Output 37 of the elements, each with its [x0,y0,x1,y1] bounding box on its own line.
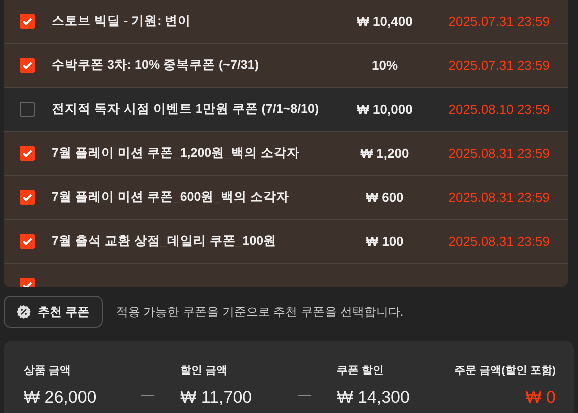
coupon-name: 7월 출석 교환 상점_데일리 쿠폰_100원 [52,233,278,250]
summary-label: 주문 금액(할인 포함) [454,364,556,378]
discount-amount: ₩ 10,400 [356,14,414,29]
discount-amount: ₩ 1,200 [360,146,410,161]
checkbox[interactable] [20,190,35,205]
expiry-date: 2025.08.10 23:59 [448,102,551,117]
recommend-description: 적용 가능한 쿠폰을 기준으로 추천 쿠폰을 선택합니다. [116,304,404,320]
coupon-name: 수박쿠폰 3차: 10% 중복쿠폰 (~7/31) [52,57,260,74]
recommend-coupon-button[interactable]: 추천 쿠폰 [4,296,104,328]
checkbox[interactable] [20,234,35,249]
total-amount: ₩ 0 [526,388,556,408]
discount-amount: 10% [370,58,400,73]
checkbox[interactable] [20,146,35,161]
minus-sign: — [141,387,156,402]
checkbox[interactable] [20,102,35,117]
checkbox[interactable] [20,58,35,73]
checkbox[interactable] [20,14,35,29]
summary-amount: ₩ 26,000 [24,388,98,408]
summary-amount: ₩ 11,700 [180,388,254,408]
expiry-date: 2025.08.31 23:59 [448,234,551,249]
summary-label: 상품 금액 [24,364,72,378]
summary-label: 할인 금액 [180,364,229,378]
coupon-name: 스토브 빅딜 - 기원: 변이 [52,13,192,30]
expiry-date: 2025.07.31 23:59 [448,58,551,73]
expiry-date: 2025.08.31 23:59 [448,190,551,205]
coupon-name: 7월 플레이 미션 쿠폰_600원_백의 소각자 [52,189,291,206]
summary-label: 쿠폰 할인 [337,364,386,378]
discount-amount: ₩ 10,000 [356,102,414,117]
coupon-badge-icon [17,305,31,319]
coupon-name: 전지적 독자 시점 이벤트 1만원 쿠폰 (7/1~8/10) [52,101,320,118]
discount-amount: ₩ 600 [365,190,405,205]
expiry-date: 2025.08.31 23:59 [448,146,551,161]
expiry-date: 2025.07.31 23:59 [448,14,551,29]
discount-amount: ₩ 100 [365,234,405,249]
coupon-name: 7월 플레이 미션 쿠폰_1,200원_백의 소각자 [52,145,302,162]
summary-amount: ₩ 14,300 [337,388,411,408]
minus-sign: — [298,387,312,402]
